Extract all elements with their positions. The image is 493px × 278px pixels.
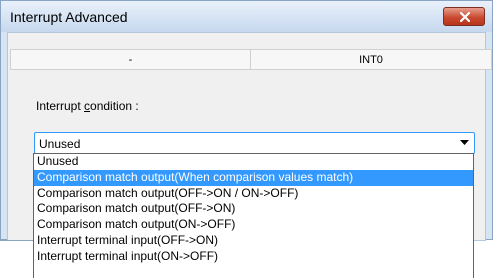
chevron-down-icon[interactable] [460, 140, 469, 146]
label-text-prefix: Interrupt [36, 99, 85, 113]
close-x-icon [460, 12, 470, 22]
table-header: - INT0 [10, 49, 492, 70]
dialog-bottom-edge [0, 240, 33, 241]
dropdown-option-comparison-match-on-off[interactable]: Comparison match output(ON->OFF) [34, 217, 473, 233]
dropdown-option-comparison-match-both[interactable]: Comparison match output(OFF->ON / ON->OF… [34, 186, 473, 202]
interrupt-condition-dropdown-list[interactable]: Unused Comparison match output(When comp… [33, 153, 474, 278]
combobox-selected-value: Unused [39, 137, 81, 151]
close-button[interactable] [443, 7, 485, 26]
interrupt-condition-label: Interrupt condition : [36, 99, 139, 113]
title-bar[interactable]: Interrupt Advanced [1, 1, 492, 32]
window-title: Interrupt Advanced [10, 9, 128, 25]
header-cell-int0: INT0 [250, 49, 492, 70]
dropdown-option-comparison-match-off-on[interactable]: Comparison match output(OFF->ON) [34, 201, 473, 217]
label-text-suffix: ondition : [90, 99, 139, 113]
dropdown-option-unused[interactable]: Unused [34, 154, 473, 170]
dropdown-option-comparison-match-values[interactable]: Comparison match output(When comparison … [34, 169, 473, 186]
dropdown-option-terminal-off-on[interactable]: Interrupt terminal input(OFF->ON) [34, 233, 473, 249]
interrupt-condition-combobox[interactable]: Unused [34, 132, 475, 154]
dropdown-option-terminal-on-off[interactable]: Interrupt terminal input(ON->OFF) [34, 249, 473, 265]
header-cell-blank: - [10, 49, 250, 70]
